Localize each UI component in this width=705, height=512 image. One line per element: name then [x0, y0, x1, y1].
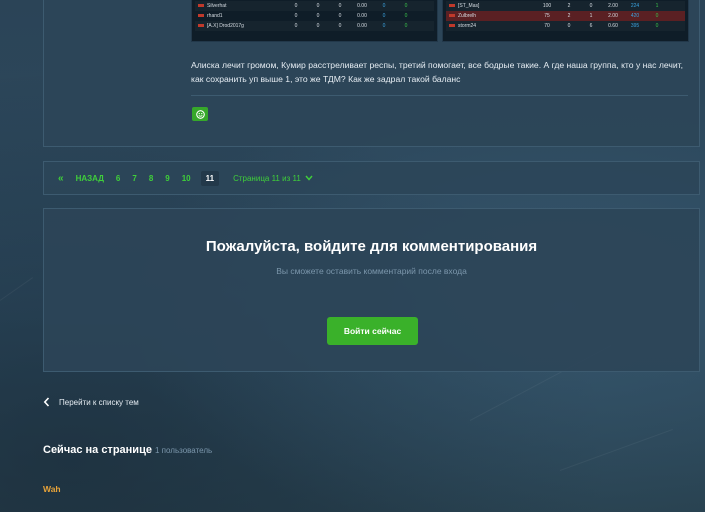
score-cell: 0 — [316, 13, 320, 19]
prev-page-link[interactable]: НАЗАД — [76, 174, 104, 183]
score-cell: 0 — [655, 13, 659, 19]
score-cell: 75 — [544, 13, 550, 19]
score-cell: 420 — [630, 13, 640, 19]
score-cell: 0.60 — [608, 23, 618, 29]
score-cell: 100 — [542, 3, 552, 9]
player-name: [A.X] Drod2017g — [195, 23, 263, 29]
score-cell: 0 — [382, 13, 386, 19]
page-link[interactable]: 8 — [149, 174, 153, 183]
score-cell: 2 — [567, 3, 571, 9]
score-cell: 0.00 — [357, 23, 367, 29]
smile-icon — [195, 109, 205, 119]
score-cell: 70 — [544, 23, 550, 29]
score-cell: 224 — [630, 3, 640, 9]
score-cell: 0 — [316, 23, 320, 29]
player-name: Silverhat — [195, 3, 263, 9]
page-link[interactable]: 7 — [132, 174, 136, 183]
scoreboard-row: [A.X] Drod2017g 0 0 0 0.00 0 0 — [195, 21, 434, 31]
reaction-button[interactable] — [192, 107, 208, 121]
scoreboard-row: rhand1 0 0 0 0.00 0 0 — [195, 11, 434, 21]
player-name: [ST_Mas] — [446, 3, 514, 9]
login-title: Пожалуйста, войдите для комментирования — [205, 238, 538, 255]
score-cell: 0 — [382, 23, 386, 29]
back-to-topics-link[interactable]: Перейти к списку тем — [43, 397, 139, 407]
scoreboard-right: [ST_Mas] 100 2 0 2.00 224 1 Zulbrelh 75 … — [442, 0, 689, 42]
online-now-count: 1 пользователь — [155, 446, 213, 455]
score-cell: 0 — [382, 3, 386, 9]
score-cell: 0.00 — [357, 3, 367, 9]
score-cell: 0 — [338, 23, 342, 29]
scoreboard-row: [ST_Mas] 100 2 0 2.00 224 1 — [446, 1, 685, 11]
post-body-text: Алиска лечит громом, Кумир расстреливает… — [191, 60, 683, 84]
score-cell: 0 — [338, 3, 342, 9]
score-cell: 2.00 — [608, 3, 618, 9]
score-cell: 0 — [567, 23, 571, 29]
page-link[interactable]: 10 — [182, 174, 191, 183]
login-button[interactable]: Войти сейчас — [327, 317, 418, 345]
background-scratch — [0, 277, 34, 301]
post-divider — [191, 95, 688, 96]
prev-page-arrow[interactable]: « — [58, 173, 64, 184]
score-cell: 6 — [589, 23, 593, 29]
score-cell: 0 — [294, 23, 298, 29]
page-jump-label: Страница 11 из 11 — [233, 173, 301, 183]
player-name: rhand1 — [195, 13, 263, 19]
page-link[interactable]: 9 — [165, 174, 169, 183]
chevron-left-icon — [43, 397, 50, 407]
score-cell: 0 — [294, 13, 298, 19]
login-prompt: Пожалуйста, войдите для комментирования … — [43, 208, 700, 372]
score-cell: 2 — [567, 13, 571, 19]
page-link[interactable]: 6 — [116, 174, 120, 183]
player-name: storm24 — [446, 23, 514, 29]
scoreboard-row: storm24 70 0 6 0.60 395 0 — [446, 21, 685, 31]
scoreboard-row: Silverhat 0 0 0 0.00 0 0 — [195, 1, 434, 11]
player-name: Zulbrelh — [446, 13, 514, 19]
back-to-topics-label: Перейти к списку тем — [59, 397, 139, 407]
score-cell: 0 — [338, 13, 342, 19]
score-cell: 1 — [589, 13, 593, 19]
scoreboard-row: Zulbrelh 75 2 1 2.00 420 0 — [446, 11, 685, 21]
score-cell: 0 — [316, 3, 320, 9]
post-attached-screenshot[interactable]: Silverhat 0 0 0 0.00 0 0 rhand1 0 0 0 0.… — [191, 0, 689, 42]
score-cell: 2.00 — [608, 13, 618, 19]
background-scratch — [559, 428, 673, 471]
score-cell: 0 — [589, 3, 593, 9]
score-cell: 0 — [294, 3, 298, 9]
current-page: 11 — [200, 170, 220, 186]
score-cell: 0 — [404, 13, 408, 19]
score-cell: 395 — [630, 23, 640, 29]
online-user-link[interactable]: Wah — [43, 484, 61, 494]
score-cell: 1 — [655, 3, 659, 9]
score-cell: 0 — [404, 23, 408, 29]
scoreboard-left: Silverhat 0 0 0 0.00 0 0 rhand1 0 0 0 0.… — [191, 0, 438, 42]
score-cell: 0.00 — [357, 13, 367, 19]
chevron-down-icon — [305, 175, 313, 181]
online-now-title: Сейчас на странице — [43, 444, 152, 456]
score-cell: 0 — [655, 23, 659, 29]
pagination: « НАЗАД 6 7 8 9 10 11 Страница 11 из 11 — [43, 161, 700, 195]
score-cell: 0 — [404, 3, 408, 9]
page-jump-dropdown[interactable]: Страница 11 из 11 — [233, 174, 313, 183]
login-subtitle: Вы сможете оставить комментарий после вх… — [276, 266, 467, 276]
